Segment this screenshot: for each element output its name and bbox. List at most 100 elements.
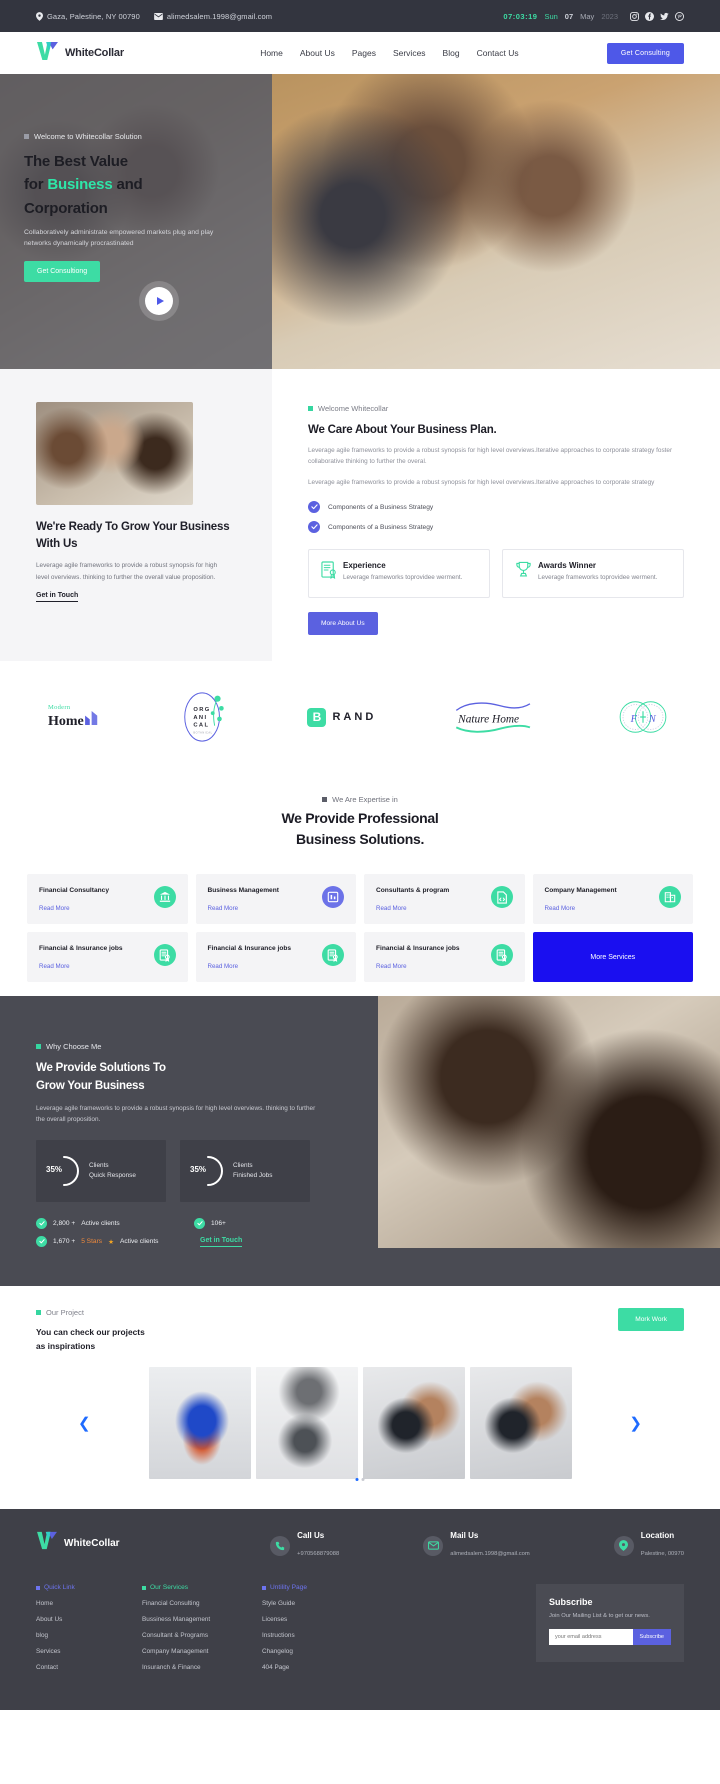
pinterest-icon[interactable] (675, 11, 684, 21)
footer-link-home[interactable]: Home (36, 1600, 142, 1607)
projects-eyebrow: Our Project (36, 1308, 145, 1317)
service-read-more-link[interactable]: Read More (376, 905, 449, 912)
about-right-panel: Welcome Whitecollar We Care About Your B… (272, 369, 720, 661)
check-list-item: Components of a Business Strategy (308, 501, 684, 514)
more-services-button[interactable]: More Services (532, 932, 693, 983)
stat-label-line1: Clients (89, 1162, 109, 1170)
check-list-item-label: Components of a Business Strategy (328, 523, 434, 531)
more-about-us-button[interactable]: More About Us (308, 612, 378, 636)
fact-value: 106+ (211, 1220, 226, 1228)
project-thumbnail[interactable] (148, 1367, 251, 1480)
nav-item-blog[interactable]: Blog (443, 48, 460, 58)
footer-link-instructions[interactable]: Instructions (262, 1632, 368, 1639)
service-read-more-link[interactable]: Read More (208, 905, 279, 912)
footer-link-blog[interactable]: blog (36, 1632, 142, 1639)
service-card[interactable]: Company Management Read More (532, 874, 693, 925)
service-read-more-link[interactable]: Read More (376, 963, 460, 970)
service-card[interactable]: Financial & Insurance jobs Read More (195, 932, 356, 983)
svg-text:ORG: ORG (193, 707, 210, 713)
check-circle-icon (308, 501, 320, 514)
whitecollar-logo-icon (36, 1531, 58, 1555)
square-bullet-icon (262, 1585, 266, 1590)
projects-header: Our Project You can check our projects a… (36, 1308, 684, 1353)
service-read-more-link[interactable]: Read More (39, 963, 123, 970)
nav-item-contact-us[interactable]: Contact Us (477, 48, 519, 58)
about-left-panel: We're Ready To Grow Your Business With U… (0, 369, 272, 662)
location-icon (613, 1535, 634, 1556)
footer-link-consultant-programs[interactable]: Consultant & Programs (142, 1632, 262, 1639)
projects-title: You can check our projects as inspiratio… (36, 1326, 145, 1353)
hero-title-line1: The Best Value (24, 153, 128, 170)
carousel-next-icon[interactable]: ❯ (629, 1414, 642, 1432)
instagram-icon[interactable] (630, 11, 639, 21)
service-card[interactable]: Consultants & program Read More (364, 874, 525, 925)
footer-link-about-us[interactable]: About Us (36, 1616, 142, 1623)
hero-title-highlight: Business (47, 176, 113, 194)
square-bullet-icon (36, 1585, 40, 1590)
phone-icon (270, 1535, 291, 1556)
footer-link-contact[interactable]: Contact (36, 1664, 142, 1671)
logo[interactable]: WhiteCollar (36, 41, 124, 66)
footer-link-style-guide[interactable]: Style Guide (262, 1600, 368, 1607)
subscribe-button[interactable]: Subscribe (632, 1628, 671, 1645)
footer-column-title: Our Services (142, 1584, 262, 1591)
about-get-in-touch-link[interactable]: Get in Touch (36, 592, 79, 602)
clock-date: 07 (564, 11, 574, 21)
brand-logo: B RAND (307, 707, 376, 727)
footer-link-404-page[interactable]: 404 Page (262, 1664, 368, 1671)
modern-home-mark-icon (84, 711, 102, 730)
stat-label-line2: Quick Response (89, 1172, 136, 1180)
service-card[interactable]: Financial & Insurance jobs Read More (364, 932, 525, 983)
service-card[interactable]: Business Management Read More (195, 874, 356, 925)
subscribe-email-input[interactable] (549, 1628, 633, 1645)
carousel-prev-icon[interactable]: ❮ (78, 1414, 91, 1432)
check-circle-icon (36, 1236, 47, 1248)
svg-text:BOTANICAL: BOTANICAL (193, 732, 212, 735)
about-eyebrow-text: Welcome Whitecollar (318, 404, 389, 413)
footer-link-company-management[interactable]: Company Management (142, 1648, 262, 1655)
brand-badge-icon: B (307, 707, 327, 727)
feature-card-experience: Experience Leverage frameworks toprovide… (308, 549, 490, 599)
footer-contact-call: Call Us +970568879088 (270, 1531, 339, 1560)
stat-card-quick-response: 35% Clients Quick Response (36, 1140, 166, 1203)
service-card[interactable]: Financial Consultancy Read More (27, 874, 188, 925)
code-file-icon (490, 886, 513, 909)
nav-item-pages[interactable]: Pages (352, 48, 376, 58)
service-card[interactable]: Financial & Insurance jobs Read More (27, 932, 188, 983)
why-content: Why Choose Me We Provide Solutions To Gr… (0, 996, 378, 1286)
footer-link-changelog[interactable]: Changelog (262, 1648, 368, 1655)
nav-menu: Home About Us Pages Services Blog Contac… (260, 48, 518, 58)
facebook-icon[interactable] (645, 11, 654, 21)
service-read-more-link[interactable]: Read More (545, 905, 617, 912)
footer-link-services[interactable]: Services (36, 1648, 142, 1655)
footer-link-financial-consulting[interactable]: Financial Consulting (142, 1600, 262, 1607)
project-thumbnail[interactable] (469, 1367, 572, 1480)
video-play-button[interactable] (145, 287, 173, 315)
footer-link-insurance-finance[interactable]: Insuranch & Finance (142, 1664, 262, 1671)
project-thumbnail[interactable] (362, 1367, 465, 1480)
service-read-more-link[interactable]: Read More (208, 963, 292, 970)
footer-column-quick-link: Quick Link Home About Us blog Services C… (36, 1584, 142, 1680)
twitter-icon[interactable] (660, 12, 669, 21)
footer-link-licenses[interactable]: Licenses (262, 1616, 368, 1623)
why-facts: 2,800 + Active clients 106+ 1,670 + 5 St… (36, 1218, 378, 1248)
nav-item-home[interactable]: Home (260, 48, 283, 58)
projects-title-line2: as inspirations (36, 1340, 96, 1351)
fn-logo: F N (614, 697, 672, 737)
service-read-more-link[interactable]: Read More (39, 905, 109, 912)
get-consulting-button[interactable]: Get Consulting (606, 42, 684, 64)
fact-label: Active clients (81, 1220, 120, 1228)
why-get-in-touch-link[interactable]: Get in Touch (200, 1237, 243, 1247)
footer-logo[interactable]: WhiteCollar (36, 1531, 186, 1555)
subscribe-form: Subscribe (549, 1628, 671, 1645)
carousel-dot-active[interactable] (355, 1478, 359, 1482)
project-thumbnail[interactable] (255, 1367, 358, 1480)
more-work-button[interactable]: Mork Work (618, 1308, 684, 1332)
footer-link-business-management[interactable]: Bussiness Management (142, 1616, 262, 1623)
hero-cta-button[interactable]: Get Consultiong (24, 261, 101, 283)
nav-item-services[interactable]: Services (393, 48, 426, 58)
play-icon (156, 297, 164, 305)
carousel-dot[interactable] (361, 1478, 365, 1482)
nav-item-about-us[interactable]: About Us (300, 48, 335, 58)
projects-section: Our Project You can check our projects a… (0, 1286, 720, 1510)
